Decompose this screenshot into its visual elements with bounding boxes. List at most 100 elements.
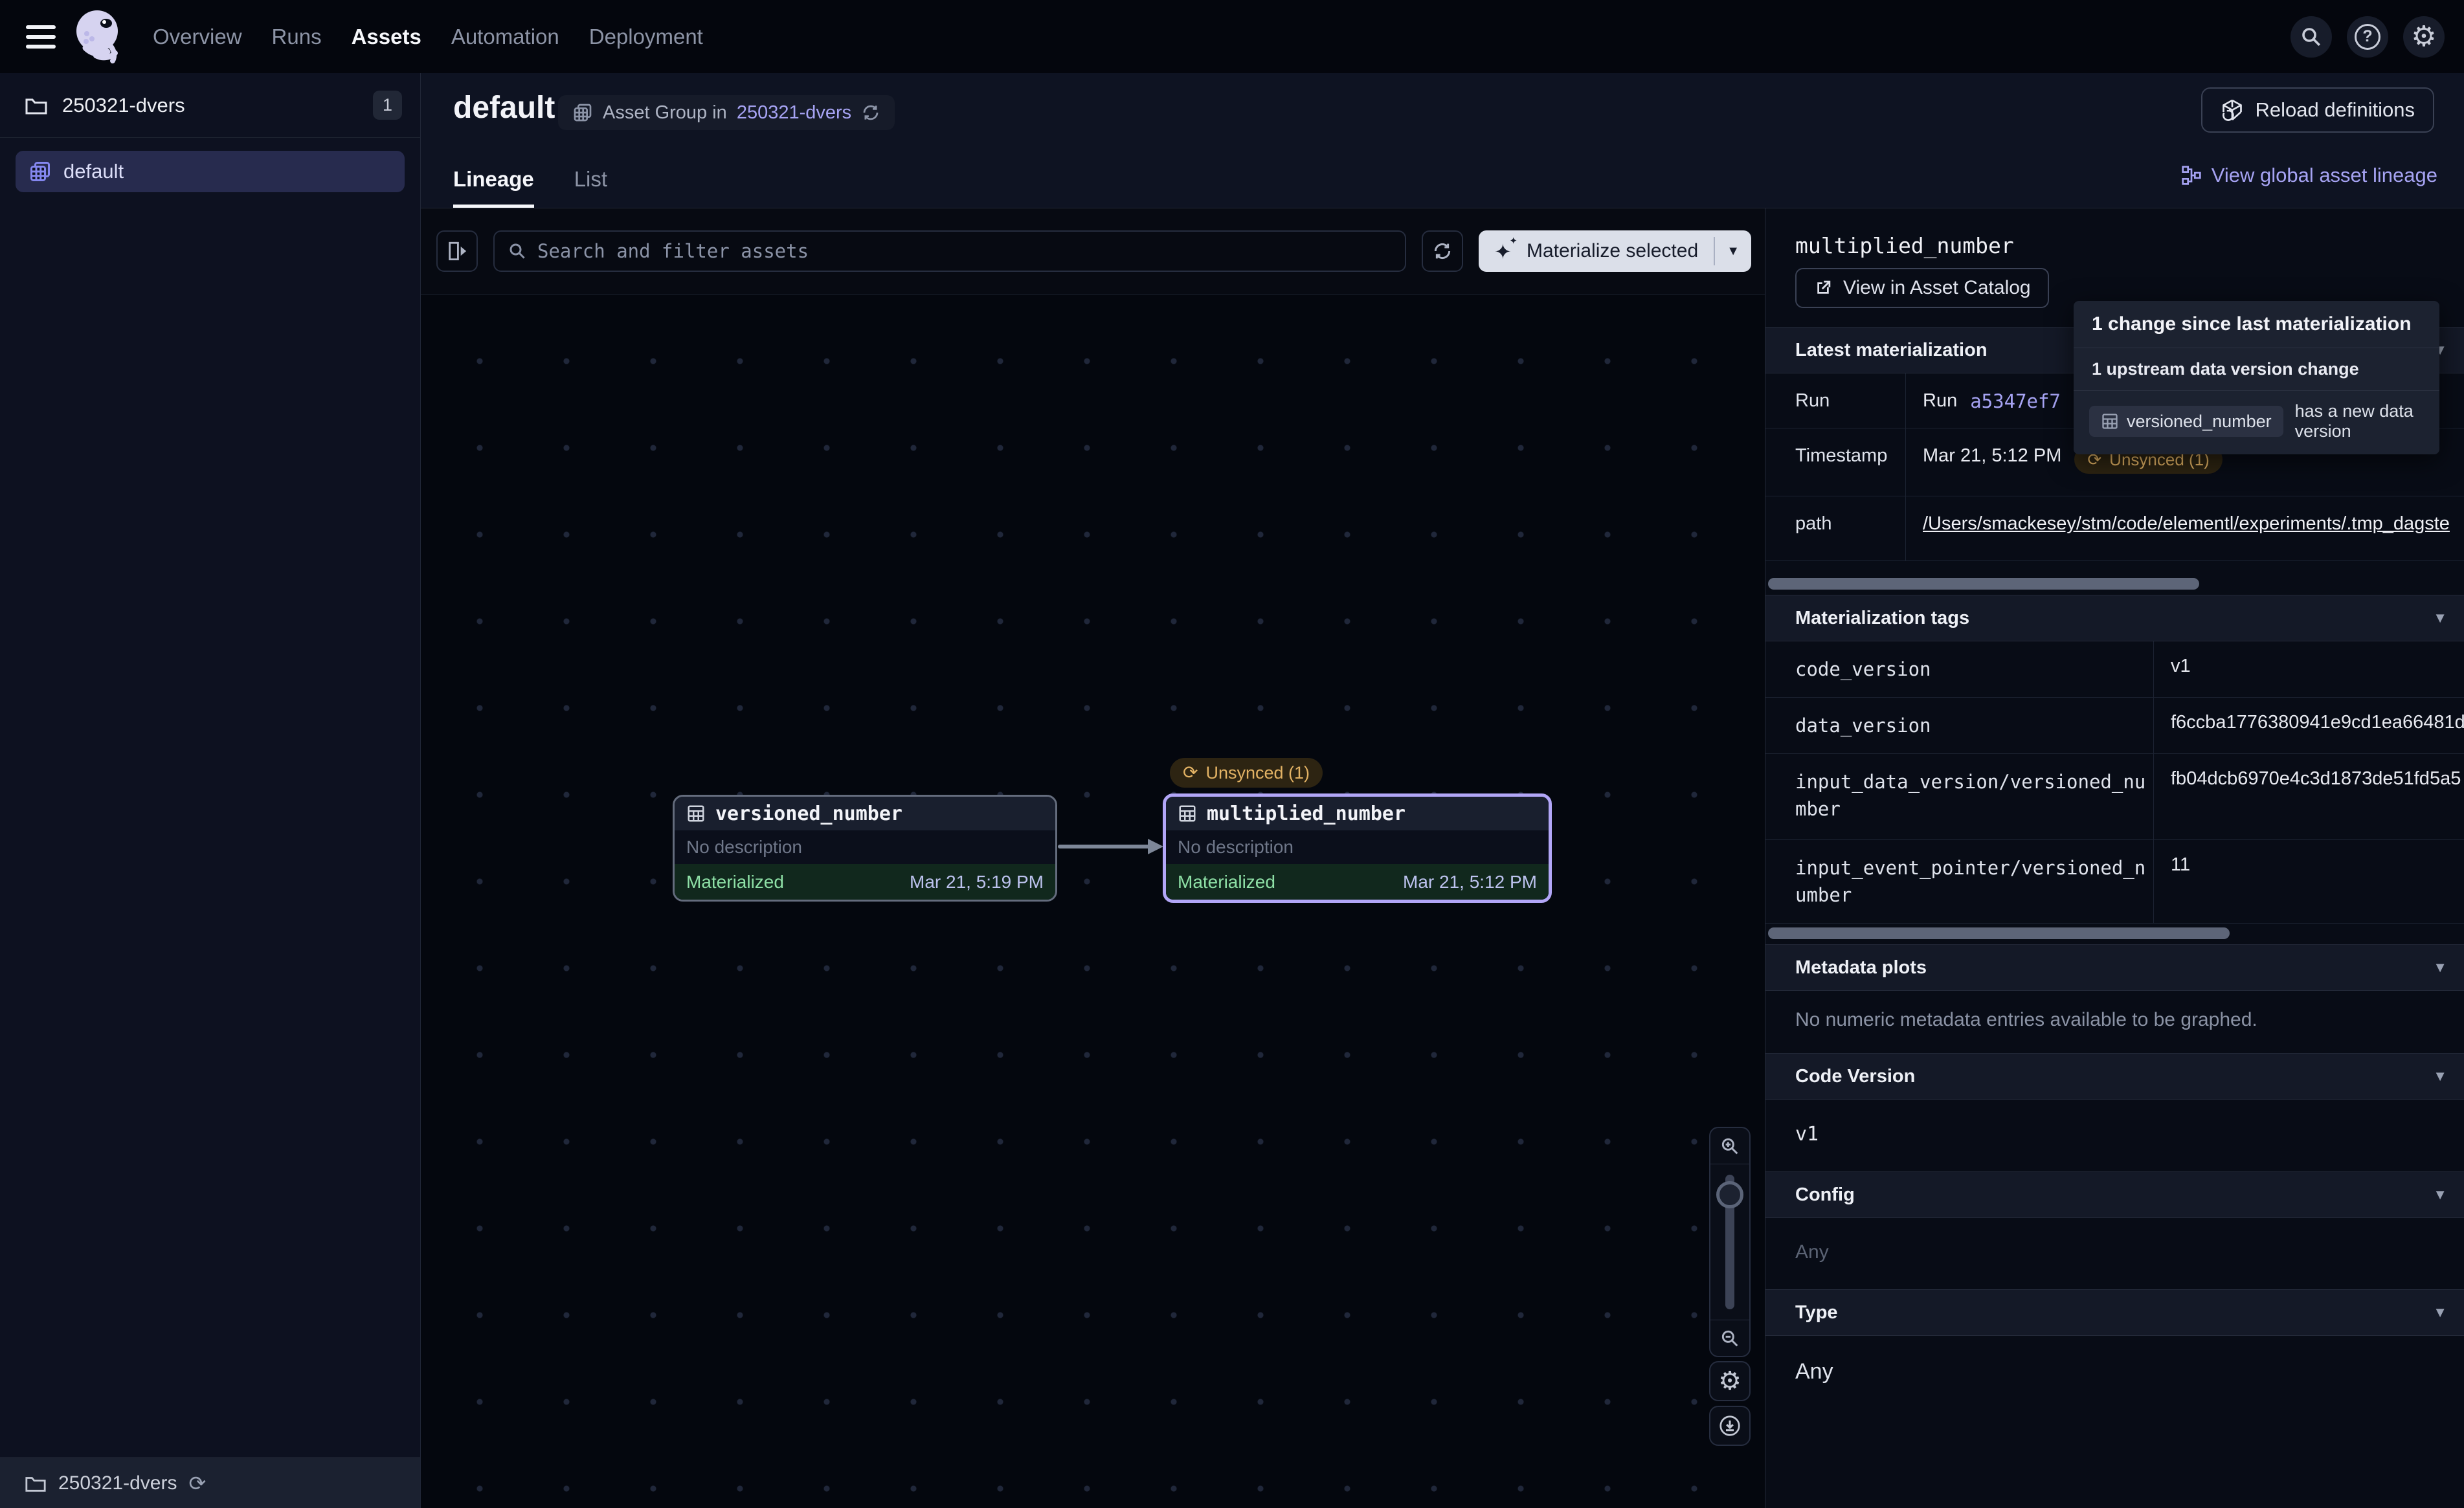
graph-canvas[interactable] — [421, 294, 1765, 1508]
caret-down-icon: ▼ — [1727, 244, 1740, 259]
materialize-dropdown-button[interactable]: ▼ — [1715, 230, 1751, 272]
materialized-timestamp: Mar 21, 5:19 PM — [910, 872, 1044, 893]
popover-message: has a new data version — [2295, 401, 2424, 441]
horizontal-scrollbar[interactable] — [1768, 578, 2199, 590]
download-graph-button[interactable] — [1709, 1406, 1751, 1446]
gear-icon: ⚙ — [1718, 1368, 1742, 1394]
horizontal-scrollbar[interactable] — [1768, 927, 2230, 939]
dagster-logo-icon[interactable] — [73, 8, 127, 66]
sidebar-item-default[interactable]: default — [16, 151, 405, 192]
row-key: Timestamp — [1765, 428, 1906, 496]
asset-node-description: No description — [675, 830, 1055, 864]
run-prefix: Run — [1923, 390, 1957, 412]
chevron-down-icon: ▼ — [2433, 1304, 2455, 1321]
materialize-selected-button[interactable]: ✦ ✦ Materialize selected ▼ — [1479, 230, 1751, 272]
chevron-down-icon: ▼ — [2433, 959, 2455, 976]
asset-group-badge[interactable]: Asset Group in 250321-dvers — [558, 95, 895, 130]
view-in-asset-catalog-label: View in Asset Catalog — [1843, 277, 2031, 299]
asset-group-icon — [28, 160, 52, 183]
section-title: Metadata plots — [1795, 957, 1927, 979]
asset-group-location-link[interactable]: 250321-dvers — [737, 102, 851, 124]
page-title: default — [453, 90, 555, 126]
expand-panel-icon — [446, 240, 468, 262]
settings-button[interactable]: ⚙ — [2403, 16, 2445, 58]
asset-node-name: versioned_number — [715, 803, 902, 825]
nav-item-overview[interactable]: Overview — [153, 25, 242, 49]
sidebar-group-row[interactable]: 250321-dvers 1 — [0, 73, 420, 138]
folder-icon — [25, 95, 48, 116]
asset-pill-versioned-number[interactable]: versioned_number — [2089, 406, 2283, 437]
section-title: Materialization tags — [1795, 608, 1969, 629]
table-icon — [686, 804, 706, 823]
zoom-in-button[interactable] — [1710, 1128, 1749, 1164]
zoom-slider[interactable] — [1710, 1164, 1749, 1320]
top-nav: Overview Runs Assets Automation Deployme… — [0, 0, 2464, 73]
nav-item-assets[interactable]: Assets — [352, 25, 421, 49]
reload-definitions-label: Reload definitions — [2256, 98, 2415, 122]
run-id-link[interactable]: a5347ef7 — [1970, 390, 2061, 412]
table-row: path /Users/smackesey/stm/code/elementl/… — [1765, 496, 2464, 561]
unsynced-badge[interactable]: ⟳ Unsynced (1) — [1170, 758, 1323, 788]
view-global-asset-lineage-link[interactable]: View global asset lineage — [2181, 164, 2437, 187]
section-metadata-plots[interactable]: Metadata plots ▼ — [1765, 944, 2464, 991]
sidebar-footer[interactable]: 250321-dvers ⟳ — [0, 1458, 420, 1508]
collapse-sidebar-button[interactable] — [436, 230, 478, 272]
tab-lineage[interactable]: Lineage — [453, 167, 534, 208]
unsynced-label: Unsynced (1) — [1205, 763, 1310, 783]
changes-popover: 1 change since last materialization 1 up… — [2074, 301, 2439, 454]
section-materialization-tags[interactable]: Materialization tags ▼ — [1765, 595, 2464, 641]
reload-location-icon[interactable]: ⟳ — [188, 1473, 206, 1494]
table-row: input_event_pointer/versioned_number 11 — [1765, 840, 2464, 924]
path-link[interactable]: /Users/smackesey/stm/code/elementl/exper… — [1923, 513, 2450, 535]
view-in-asset-catalog-button[interactable]: View in Asset Catalog — [1795, 268, 2049, 308]
asset-detail-title: multiplied_number — [1795, 233, 2014, 258]
section-code-version[interactable]: Code Version ▼ — [1765, 1053, 2464, 1100]
sidebar-item-label: default — [63, 160, 124, 183]
search-icon — [508, 241, 527, 261]
gear-icon: ⚙ — [2411, 23, 2436, 51]
asset-node-versioned-number[interactable]: versioned_number No description Material… — [673, 795, 1057, 902]
external-link-icon — [1813, 278, 1833, 298]
tag-key: input_data_version/versioned_number — [1765, 754, 2154, 839]
sidebar: 250321-dvers 1 default 250321-dvers ⟳ — [0, 73, 421, 1508]
metadata-plots-empty-message: No numeric metadata entries available to… — [1765, 991, 2464, 1053]
asset-pill-label: versioned_number — [2127, 412, 2272, 432]
table-icon — [1178, 804, 1197, 823]
section-type[interactable]: Type ▼ — [1765, 1289, 2464, 1336]
nav-items: Overview Runs Assets Automation Deployme… — [153, 25, 703, 49]
reload-definitions-button[interactable]: Reload definitions — [2201, 87, 2434, 133]
help-button[interactable]: ? — [2347, 16, 2388, 58]
materialized-timestamp: Mar 21, 5:12 PM — [1403, 872, 1537, 893]
graph-settings-button[interactable]: ⚙ — [1709, 1361, 1751, 1401]
section-config[interactable]: Config ▼ — [1765, 1171, 2464, 1218]
graph-toolbar: ✦ ✦ Materialize selected ▼ — [421, 208, 1765, 294]
sidebar-group-count-badge: 1 — [373, 91, 402, 120]
popover-detail-row: versioned_number has a new data version — [2074, 390, 2439, 454]
asset-group-icon — [572, 102, 593, 123]
refresh-icon[interactable] — [861, 103, 880, 122]
tag-value: 11 — [2154, 840, 2464, 923]
asset-node-name: multiplied_number — [1207, 803, 1406, 825]
timestamp-value: Mar 21, 5:12 PM — [1923, 445, 2061, 467]
search-input[interactable] — [537, 240, 1392, 262]
view-tabs: Lineage List — [453, 167, 607, 208]
materialized-status: Materialized — [1178, 872, 1275, 893]
table-icon — [2101, 412, 2119, 430]
code-version-value: v1 — [1765, 1100, 2464, 1171]
chevron-down-icon: ▼ — [2433, 1186, 2455, 1203]
zoom-slider-thumb[interactable] — [1716, 1181, 1743, 1208]
nav-item-automation[interactable]: Automation — [451, 25, 559, 49]
table-row: data_version f6ccba1776380941e9cd1ea6648… — [1765, 698, 2464, 754]
refresh-icon — [1432, 241, 1453, 261]
nav-item-runs[interactable]: Runs — [272, 25, 322, 49]
search-button[interactable] — [2290, 16, 2332, 58]
zoom-out-button[interactable] — [1710, 1320, 1749, 1356]
config-value: Any — [1765, 1218, 2464, 1289]
tag-value: fb04dcb6970e4c3d1873de51fd5a5 — [2154, 754, 2464, 839]
asset-node-multiplied-number[interactable]: multiplied_number No description Materia… — [1163, 793, 1552, 903]
nav-right-actions: ? ⚙ — [2290, 16, 2445, 58]
refresh-graph-button[interactable] — [1422, 230, 1463, 272]
nav-item-deployment[interactable]: Deployment — [589, 25, 703, 49]
hamburger-menu-icon[interactable] — [26, 25, 56, 49]
tab-list[interactable]: List — [574, 167, 607, 208]
